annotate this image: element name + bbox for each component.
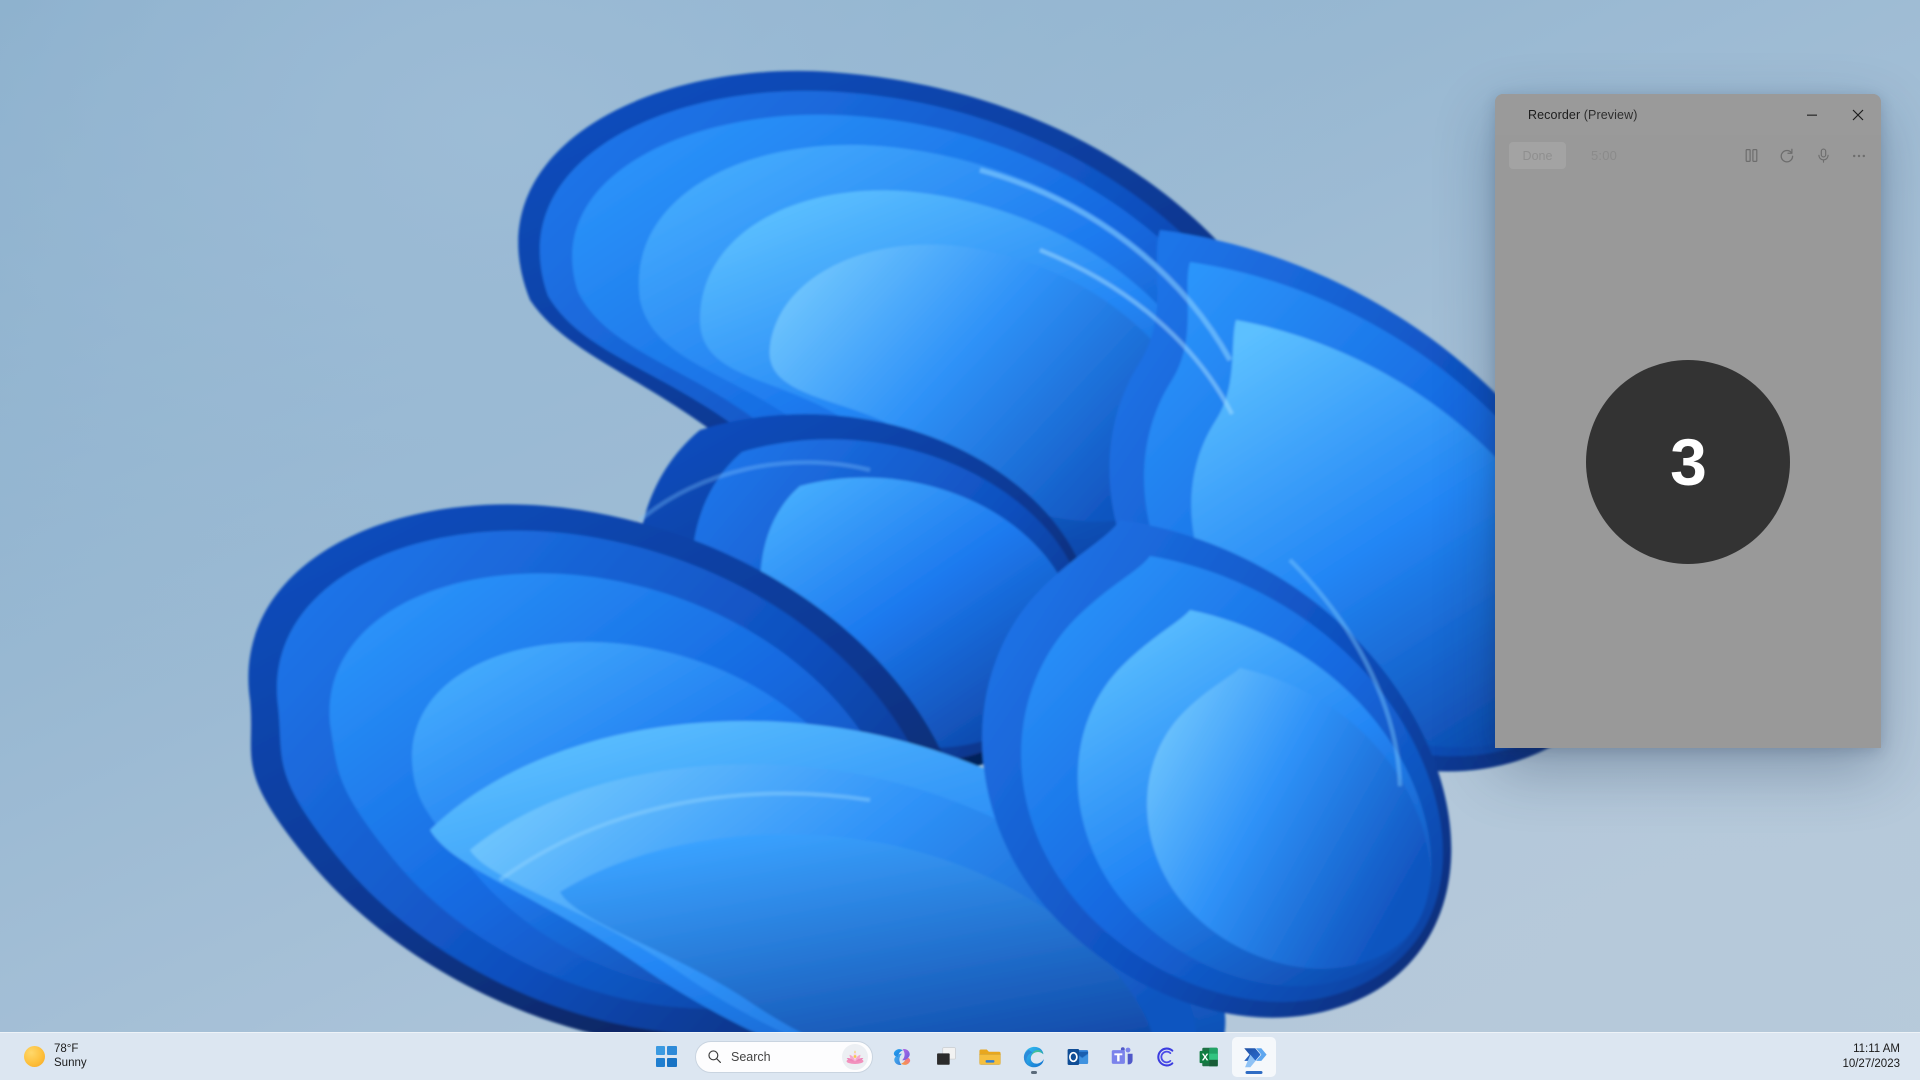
recorder-toolbar-actions — [1735, 141, 1875, 171]
taskbar-item-teams[interactable] — [1100, 1037, 1144, 1077]
taskbar-item-power-automate[interactable] — [1232, 1036, 1276, 1077]
done-button[interactable]: Done — [1509, 142, 1566, 169]
taskbar-item-file-explorer[interactable] — [968, 1037, 1012, 1077]
task-view-icon — [937, 1046, 956, 1065]
taskbar-item-edge[interactable] — [1012, 1037, 1056, 1077]
excel-icon — [1199, 1047, 1218, 1066]
ellipsis-icon — [1852, 154, 1866, 157]
close-icon — [1852, 109, 1864, 120]
search-placeholder-text: Search — [731, 1049, 771, 1064]
file-explorer-icon — [979, 1048, 1001, 1065]
weather-temperature: 78°F — [54, 1042, 79, 1055]
microphone-button[interactable] — [1807, 141, 1839, 171]
weather-widget[interactable]: 78°F Sunny — [16, 1039, 95, 1074]
microphone-icon — [1817, 148, 1829, 163]
sun-icon — [24, 1046, 45, 1067]
lotus-flower-glyph — [846, 1049, 864, 1064]
taskbar-item-excel[interactable] — [1188, 1037, 1232, 1077]
minimize-icon — [1807, 114, 1817, 116]
lotus-flower-icon[interactable] — [842, 1043, 868, 1070]
taskbar[interactable]: 78°F Sunny Search 11:11 AM 10/27/2023 — [0, 1032, 1920, 1080]
copilot-c-icon — [1157, 1047, 1174, 1066]
edge-icon — [1023, 1046, 1044, 1067]
clock[interactable]: 11:11 AM 10/27/2023 — [1836, 1038, 1906, 1074]
more-options-button[interactable] — [1843, 141, 1875, 171]
clock-date: 10/27/2023 — [1842, 1057, 1900, 1070]
recording-timer: 5:00 — [1591, 148, 1618, 163]
recorder-titlebar[interactable]: Recorder (Preview) — [1495, 94, 1881, 135]
search-icon — [708, 1050, 721, 1063]
teams-icon — [1111, 1046, 1133, 1064]
pause-button[interactable] — [1735, 141, 1767, 171]
recorder-title-text: Recorder — [1528, 107, 1581, 122]
copilot-icon — [893, 1048, 911, 1065]
window-controls — [1789, 94, 1881, 135]
countdown-number: 3 — [1670, 425, 1707, 499]
weather-condition: Sunny — [54, 1056, 87, 1069]
system-tray[interactable]: 11:11 AM 10/27/2023 — [1836, 1033, 1920, 1080]
windows-logo-icon — [655, 1046, 677, 1067]
pause-icon — [1745, 148, 1757, 163]
restart-icon — [1780, 148, 1794, 162]
recorder-window[interactable]: Recorder (Preview) Done 5:00 3 — [1495, 94, 1881, 748]
recorder-preview-area: 3 — [1495, 176, 1881, 748]
power-automate-icon — [1244, 1047, 1267, 1067]
recorder-window-title: Recorder (Preview) — [1528, 108, 1637, 122]
recorder-toolbar: Done 5:00 — [1495, 135, 1881, 176]
taskbar-item-copilot[interactable] — [880, 1037, 924, 1077]
start-button[interactable] — [644, 1037, 688, 1077]
outlook-icon — [1067, 1048, 1089, 1065]
restart-button[interactable] — [1771, 141, 1803, 171]
clock-time: 11:11 AM — [1853, 1043, 1900, 1056]
taskbar-item-outlook[interactable] — [1056, 1037, 1100, 1077]
taskbar-center-cluster: Search — [644, 1033, 1276, 1080]
close-button[interactable] — [1835, 94, 1881, 135]
active-indicator — [1245, 1070, 1263, 1074]
search-input[interactable]: Search — [695, 1040, 873, 1073]
taskbar-item-task-view[interactable] — [924, 1037, 968, 1077]
minimize-button[interactable] — [1789, 94, 1835, 135]
weather-text: 78°F Sunny — [54, 1043, 87, 1070]
desktop[interactable]: Recorder (Preview) Done 5:00 3 — [0, 0, 1920, 1080]
recorder-title-preview-suffix: (Preview) — [1580, 107, 1638, 122]
taskbar-item-copilot-c[interactable] — [1144, 1037, 1188, 1077]
running-indicator — [1031, 1070, 1037, 1074]
countdown-circle: 3 — [1586, 360, 1790, 564]
